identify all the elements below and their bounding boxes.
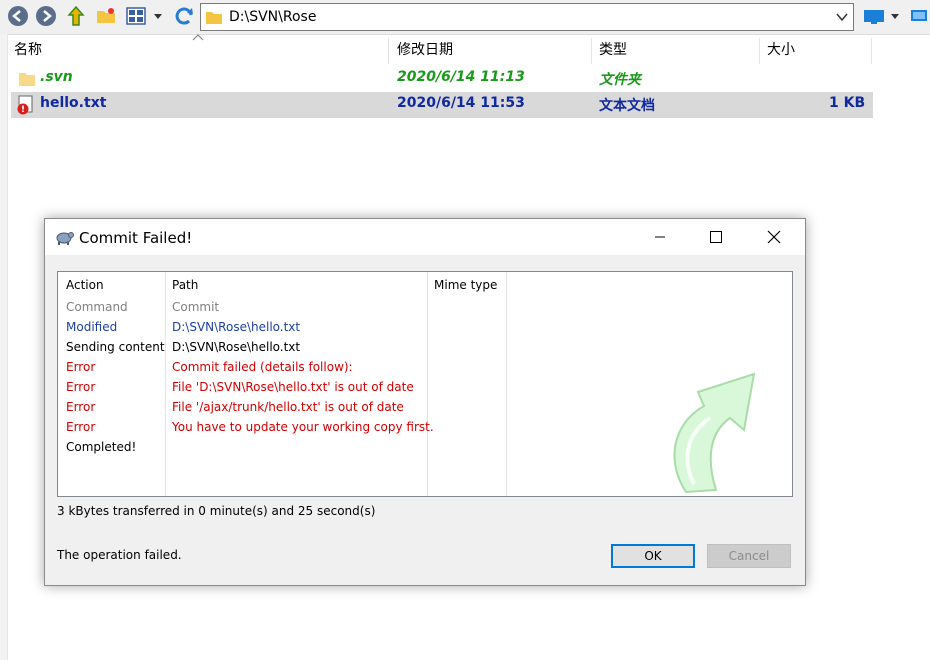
cancel-button[interactable]: Cancel xyxy=(707,544,791,568)
log-column-mime xyxy=(427,272,507,496)
minimize-icon xyxy=(655,236,665,238)
column-header-size[interactable]: 大小 xyxy=(764,38,872,64)
tortoise-icon xyxy=(56,232,74,245)
close-button[interactable] xyxy=(751,219,797,255)
log-header-action[interactable]: Action xyxy=(66,278,104,292)
ok-button[interactable]: OK xyxy=(611,544,695,568)
log-action: Modified xyxy=(66,320,118,334)
log-path: File 'D:\SVN\Rose\hello.txt' is out of d… xyxy=(172,380,414,394)
file-size: 1 KB xyxy=(829,95,866,111)
dialog-title: Commit Failed! xyxy=(79,229,193,247)
dialog-titlebar[interactable]: Commit Failed! xyxy=(45,219,805,255)
grid-view-icon xyxy=(126,7,146,25)
column-header-date[interactable]: 修改日期 xyxy=(394,38,592,64)
file-date: 2020/6/14 11:13 xyxy=(397,69,525,85)
back-button[interactable] xyxy=(6,4,30,28)
display-button[interactable] xyxy=(862,4,888,28)
log-path: D:\SVN\Rose\hello.txt xyxy=(172,320,301,334)
address-bar[interactable]: D:\SVN\Rose xyxy=(200,3,854,31)
forward-arrow-icon xyxy=(36,6,56,26)
log-action: Command xyxy=(66,300,128,314)
log-path: Commit failed (details follow): xyxy=(172,360,353,374)
file-name: .svn xyxy=(40,69,73,85)
log-action: Error xyxy=(66,360,96,374)
caret-down-icon xyxy=(891,14,899,19)
refresh-button[interactable] xyxy=(172,4,196,28)
log-action: Error xyxy=(66,400,96,414)
new-folder-icon xyxy=(97,8,115,23)
monitor-icon xyxy=(864,10,884,24)
log-action: Sending content xyxy=(66,340,165,354)
up-arrow-icon xyxy=(67,5,85,26)
refresh-icon xyxy=(175,7,193,25)
conflict-file-icon xyxy=(17,95,33,115)
file-name: hello.txt xyxy=(40,95,107,111)
log-header-path[interactable]: Path xyxy=(172,278,198,292)
caret-down-icon xyxy=(154,14,162,19)
maximize-button[interactable] xyxy=(693,219,739,255)
address-text: D:\SVN\Rose xyxy=(229,9,317,25)
chevron-down-icon[interactable] xyxy=(835,10,849,24)
view-mode-button[interactable] xyxy=(124,4,148,28)
commit-arrow-icon xyxy=(673,372,756,494)
log-path: D:\SVN\Rose\hello.txt xyxy=(172,340,301,354)
new-folder-button[interactable] xyxy=(94,4,118,28)
maximize-icon xyxy=(710,231,722,243)
desktop-button[interactable] xyxy=(908,4,930,28)
file-type: 文件夹 xyxy=(599,72,641,88)
log-path: You have to update your working copy fir… xyxy=(172,420,434,434)
file-date: 2020/6/14 11:53 xyxy=(397,95,525,111)
folder-icon xyxy=(19,73,35,86)
desktop-icon xyxy=(911,10,927,21)
log-header-mime[interactable]: Mime type xyxy=(434,278,497,292)
commit-failed-dialog: Commit Failed! Action Path Mime type Com… xyxy=(44,218,806,586)
minimize-button[interactable] xyxy=(637,219,683,255)
file-row-svn[interactable]: .svn 2020/6/14 11:13 文件夹 xyxy=(11,66,873,92)
log-action: Error xyxy=(66,420,96,434)
column-header-type[interactable]: 类型 xyxy=(596,38,760,64)
column-header-name[interactable]: 名称 xyxy=(11,38,389,64)
log-action: Completed! xyxy=(66,440,137,454)
explorer-toolbar: D:\SVN\Rose xyxy=(0,0,930,35)
transfer-summary: 3 kBytes transferred in 0 minute(s) and … xyxy=(57,504,376,518)
commit-log-list[interactable]: Action Path Mime type Command Commit Mod… xyxy=(57,271,793,497)
log-path: Commit xyxy=(172,300,220,314)
file-type: 文本文档 xyxy=(599,98,655,114)
view-dropdown-button[interactable] xyxy=(150,4,166,28)
close-icon xyxy=(767,230,781,244)
folder-icon xyxy=(206,12,222,24)
up-folder-button[interactable] xyxy=(64,4,88,28)
back-arrow-icon xyxy=(8,6,28,26)
display-dropdown-button[interactable] xyxy=(888,4,902,28)
file-row-hello[interactable]: hello.txt 2020/6/14 11:53 文本文档 1 KB xyxy=(11,92,873,118)
log-action: Error xyxy=(66,380,96,394)
operation-status: The operation failed. xyxy=(57,548,182,562)
forward-button[interactable] xyxy=(34,4,58,28)
navigation-pane-edge xyxy=(0,34,8,660)
log-path: File '/ajax/trunk/hello.txt' is out of d… xyxy=(172,400,404,414)
